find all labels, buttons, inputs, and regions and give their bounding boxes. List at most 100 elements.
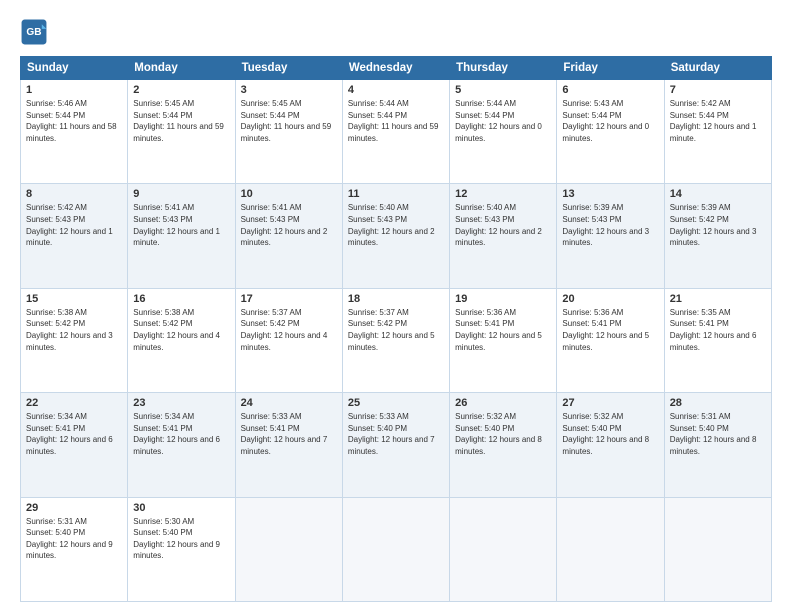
calendar-cell: 12 Sunrise: 5:40 AMSunset: 5:43 PMDayligh… (450, 184, 557, 288)
day-number: 15 (26, 293, 122, 305)
day-info: Sunrise: 5:36 AMSunset: 5:41 PMDaylight:… (455, 307, 551, 353)
col-header-sunday: Sunday (21, 57, 128, 80)
col-header-tuesday: Tuesday (235, 57, 342, 80)
calendar-cell: 8 Sunrise: 5:42 AMSunset: 5:43 PMDaylight… (21, 184, 128, 288)
col-header-friday: Friday (557, 57, 664, 80)
day-info: Sunrise: 5:45 AMSunset: 5:44 PMDaylight:… (241, 98, 337, 144)
day-number: 13 (562, 188, 658, 200)
calendar-cell: 21 Sunrise: 5:35 AMSunset: 5:41 PMDayligh… (664, 288, 771, 392)
day-number: 18 (348, 293, 444, 305)
day-info: Sunrise: 5:36 AMSunset: 5:41 PMDaylight:… (562, 307, 658, 353)
day-info: Sunrise: 5:39 AMSunset: 5:42 PMDaylight:… (670, 202, 766, 248)
calendar-cell: 15 Sunrise: 5:38 AMSunset: 5:42 PMDayligh… (21, 288, 128, 392)
day-info: Sunrise: 5:39 AMSunset: 5:43 PMDaylight:… (562, 202, 658, 248)
calendar-cell: 27 Sunrise: 5:32 AMSunset: 5:40 PMDayligh… (557, 393, 664, 497)
day-number: 22 (26, 397, 122, 409)
calendar-cell: 4 Sunrise: 5:44 AMSunset: 5:44 PMDaylight… (342, 80, 449, 184)
day-number: 3 (241, 84, 337, 96)
col-header-monday: Monday (128, 57, 235, 80)
day-number: 12 (455, 188, 551, 200)
calendar-cell: 2 Sunrise: 5:45 AMSunset: 5:44 PMDaylight… (128, 80, 235, 184)
calendar-cell: 19 Sunrise: 5:36 AMSunset: 5:41 PMDayligh… (450, 288, 557, 392)
day-info: Sunrise: 5:44 AMSunset: 5:44 PMDaylight:… (348, 98, 444, 144)
day-info: Sunrise: 5:44 AMSunset: 5:44 PMDaylight:… (455, 98, 551, 144)
day-info: Sunrise: 5:40 AMSunset: 5:43 PMDaylight:… (455, 202, 551, 248)
calendar-table: SundayMondayTuesdayWednesdayThursdayFrid… (20, 56, 772, 602)
day-info: Sunrise: 5:34 AMSunset: 5:41 PMDaylight:… (26, 411, 122, 457)
calendar-cell: 7Sunrise: 5:42 AMSunset: 5:44 PMDaylight… (664, 80, 771, 184)
calendar-cell: 23Sunrise: 5:34 AMSunset: 5:41 PMDayligh… (128, 393, 235, 497)
calendar-cell: 29 Sunrise: 5:31 AMSunset: 5:40 PMDayligh… (21, 497, 128, 601)
calendar-cell: 11 Sunrise: 5:40 AMSunset: 5:43 PMDayligh… (342, 184, 449, 288)
calendar-cell: 30 Sunrise: 5:30 AMSunset: 5:40 PMDayligh… (128, 497, 235, 601)
calendar-cell: 9 Sunrise: 5:41 AMSunset: 5:43 PMDaylight… (128, 184, 235, 288)
day-number: 9 (133, 188, 229, 200)
logo-icon: GB (20, 18, 48, 46)
calendar-cell (557, 497, 664, 601)
day-number: 5 (455, 84, 551, 96)
day-number: 8 (26, 188, 122, 200)
day-info: Sunrise: 5:35 AMSunset: 5:41 PMDaylight:… (670, 307, 766, 353)
calendar-cell: 10 Sunrise: 5:41 AMSunset: 5:43 PMDayligh… (235, 184, 342, 288)
day-info: Sunrise: 5:42 AMSunset: 5:43 PMDaylight:… (26, 202, 122, 248)
calendar-cell: 28 Sunrise: 5:31 AMSunset: 5:40 PMDayligh… (664, 393, 771, 497)
day-info: Sunrise: 5:32 AMSunset: 5:40 PMDaylight:… (455, 411, 551, 457)
calendar-cell: 18 Sunrise: 5:37 AMSunset: 5:42 PMDayligh… (342, 288, 449, 392)
calendar-cell: 1 Sunrise: 5:46 AMSunset: 5:44 PMDaylight… (21, 80, 128, 184)
day-info: Sunrise: 5:46 AMSunset: 5:44 PMDaylight:… (26, 98, 122, 144)
day-number: 29 (26, 502, 122, 514)
day-number: 27 (562, 397, 658, 409)
day-number: 28 (670, 397, 766, 409)
day-info: Sunrise: 5:30 AMSunset: 5:40 PMDaylight:… (133, 516, 229, 562)
day-info: Sunrise: 5:42 AMSunset: 5:44 PMDaylight:… (670, 98, 766, 144)
calendar-cell: 24 Sunrise: 5:33 AMSunset: 5:41 PMDayligh… (235, 393, 342, 497)
header: GB (20, 18, 772, 46)
day-info: Sunrise: 5:41 AMSunset: 5:43 PMDaylight:… (241, 202, 337, 248)
day-info: Sunrise: 5:31 AMSunset: 5:40 PMDaylight:… (670, 411, 766, 457)
day-number: 10 (241, 188, 337, 200)
calendar-cell (450, 497, 557, 601)
day-info: Sunrise: 5:37 AMSunset: 5:42 PMDaylight:… (241, 307, 337, 353)
calendar-cell: 16 Sunrise: 5:38 AMSunset: 5:42 PMDayligh… (128, 288, 235, 392)
day-number: 16 (133, 293, 229, 305)
day-info: Sunrise: 5:31 AMSunset: 5:40 PMDaylight:… (26, 516, 122, 562)
logo: GB (20, 18, 50, 46)
calendar-cell: 3 Sunrise: 5:45 AMSunset: 5:44 PMDaylight… (235, 80, 342, 184)
day-number: 24 (241, 397, 337, 409)
calendar-cell (235, 497, 342, 601)
day-number: 30 (133, 502, 229, 514)
day-number: 17 (241, 293, 337, 305)
day-info: Sunrise: 5:37 AMSunset: 5:42 PMDaylight:… (348, 307, 444, 353)
day-info: Sunrise: 5:38 AMSunset: 5:42 PMDaylight:… (133, 307, 229, 353)
day-info: Sunrise: 5:45 AMSunset: 5:44 PMDaylight:… (133, 98, 229, 144)
day-info: Sunrise: 5:33 AMSunset: 5:41 PMDaylight:… (241, 411, 337, 457)
day-info: Sunrise: 5:32 AMSunset: 5:40 PMDaylight:… (562, 411, 658, 457)
svg-text:GB: GB (26, 27, 41, 38)
col-header-wednesday: Wednesday (342, 57, 449, 80)
calendar-cell: 5 Sunrise: 5:44 AMSunset: 5:44 PMDaylight… (450, 80, 557, 184)
day-number: 19 (455, 293, 551, 305)
col-header-thursday: Thursday (450, 57, 557, 80)
day-number: 21 (670, 293, 766, 305)
day-number: 25 (348, 397, 444, 409)
day-info: Sunrise: 5:41 AMSunset: 5:43 PMDaylight:… (133, 202, 229, 248)
page: GB SundayMondayTuesdayWednesdayThursdayF… (0, 0, 792, 612)
calendar-cell: 14Sunrise: 5:39 AMSunset: 5:42 PMDayligh… (664, 184, 771, 288)
day-number: 20 (562, 293, 658, 305)
day-info: Sunrise: 5:33 AMSunset: 5:40 PMDaylight:… (348, 411, 444, 457)
calendar-cell: 17 Sunrise: 5:37 AMSunset: 5:42 PMDayligh… (235, 288, 342, 392)
day-number: 11 (348, 188, 444, 200)
calendar-cell (342, 497, 449, 601)
calendar-cell: 6Sunrise: 5:43 AMSunset: 5:44 PMDaylight… (557, 80, 664, 184)
day-number: 23 (133, 397, 229, 409)
day-number: 2 (133, 84, 229, 96)
day-number: 26 (455, 397, 551, 409)
calendar-cell: 22 Sunrise: 5:34 AMSunset: 5:41 PMDayligh… (21, 393, 128, 497)
col-header-saturday: Saturday (664, 57, 771, 80)
calendar-cell (664, 497, 771, 601)
day-info: Sunrise: 5:40 AMSunset: 5:43 PMDaylight:… (348, 202, 444, 248)
day-number: 1 (26, 84, 122, 96)
day-number: 4 (348, 84, 444, 96)
calendar-cell: 26 Sunrise: 5:32 AMSunset: 5:40 PMDayligh… (450, 393, 557, 497)
day-info: Sunrise: 5:38 AMSunset: 5:42 PMDaylight:… (26, 307, 122, 353)
